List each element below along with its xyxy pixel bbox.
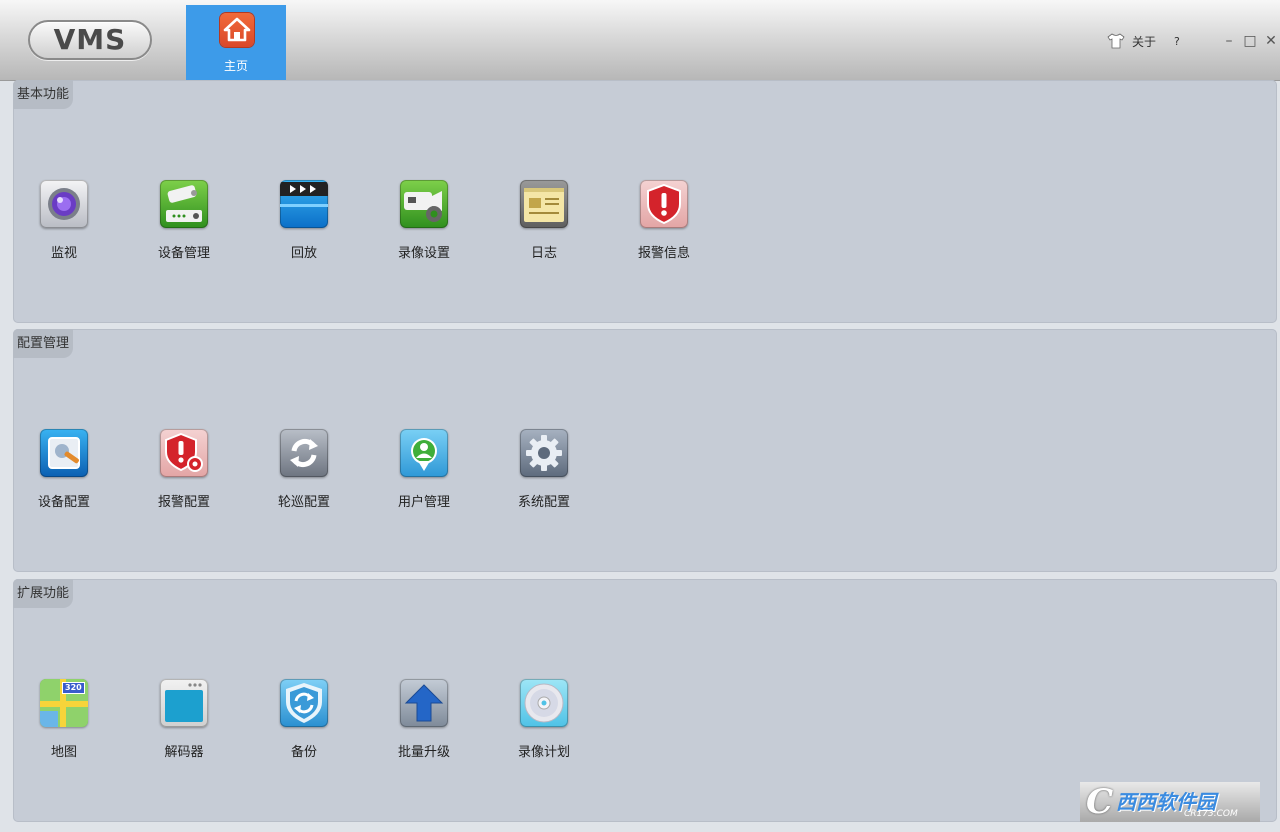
tile-label: 地图 [50,745,77,760]
tile-record-settings[interactable]: 录像设置 [384,180,464,261]
tab-home-label: 主页 [223,59,248,73]
tile-record-plan[interactable]: 录像计划 [504,679,584,760]
tile-device-config[interactable]: 设备配置 [24,429,104,510]
log-notebook-icon [520,180,568,228]
tile-label: 录像设置 [397,246,450,261]
tile-map[interactable]: 320 地图 [24,679,104,760]
tile-label: 报警配置 [157,495,210,510]
tile-decoder[interactable]: 解码器 [144,679,224,760]
alarm-config-icon [160,429,208,477]
app-logo: VMS [28,20,152,60]
decoder-icon [160,679,208,727]
help-button[interactable]: ? [1174,35,1180,48]
tile-playback[interactable]: 回放 [264,180,344,261]
title-bar: VMS 主页 关于 ? – □ ✕ [0,0,1280,81]
tile-label: 回放 [290,246,317,261]
camera-lens-icon [40,180,88,228]
tile-log[interactable]: 日志 [504,180,584,261]
device-management-icon [160,180,208,228]
tile-label: 备份 [290,745,317,760]
tile-monitor[interactable]: 监视 [24,180,104,261]
tile-label: 报警信息 [637,246,690,261]
tile-label: 解码器 [164,745,204,760]
tile-label: 日志 [530,246,557,261]
section-basic-functions: 基本功能 监视 设备管理 回放 录像设置 日志 报警信息 [13,80,1277,323]
minimize-button[interactable]: – [1219,31,1239,51]
window-controls: – □ ✕ [1218,30,1280,52]
tile-label: 录像计划 [517,745,570,760]
map-icon: 320 [40,679,88,727]
tile-batch-upgrade[interactable]: 批量升级 [384,679,464,760]
tab-home[interactable]: 主页 [186,5,286,80]
tile-label: 用户管理 [397,495,450,510]
tile-alarm-info[interactable]: 报警信息 [624,180,704,261]
tile-label: 批量升级 [397,745,450,760]
map-route-badge: 320 [62,682,85,694]
tile-label: 设备配置 [37,495,90,510]
skin-shirt-icon[interactable] [1106,31,1126,51]
about-group: 关于 ? [1106,30,1180,52]
section-title: 扩展功能 [13,579,74,608]
system-gear-icon [520,429,568,477]
backup-icon [280,679,328,727]
section-config-management: 配置管理 设备配置 报警配置 轮巡配置 用户管理 系统配置 [13,329,1277,572]
tile-label: 监视 [50,246,77,261]
tile-device-management[interactable]: 设备管理 [144,180,224,261]
section-title: 基本功能 [13,80,74,109]
tile-user-management[interactable]: 用户管理 [384,429,464,510]
batch-upgrade-arrow-icon [400,679,448,727]
home-icon [220,13,254,47]
tile-label: 轮巡配置 [277,495,330,510]
tile-system-config[interactable]: 系统配置 [504,429,584,510]
tile-alarm-config[interactable]: 报警配置 [144,429,224,510]
device-config-icon [40,429,88,477]
watermark-logo: C 西西软件园 CR173.COM [1080,782,1260,822]
about-link[interactable]: 关于 [1132,33,1156,50]
patrol-cycle-icon [280,429,328,477]
watermark-sub: CR173.COM [1184,809,1238,819]
tile-patrol-config[interactable]: 轮巡配置 [264,429,344,510]
maximize-button[interactable]: □ [1240,31,1260,51]
section-title: 配置管理 [13,329,74,358]
tile-label: 设备管理 [157,246,210,261]
alarm-shield-icon [640,180,688,228]
watermark-letter: C [1086,782,1114,822]
record-settings-icon [400,180,448,228]
record-plan-disc-icon [520,679,568,727]
close-button[interactable]: ✕ [1261,31,1280,51]
user-management-icon [400,429,448,477]
tile-backup[interactable]: 备份 [264,679,344,760]
playback-clapper-icon [280,180,328,228]
tile-label: 系统配置 [517,495,570,510]
